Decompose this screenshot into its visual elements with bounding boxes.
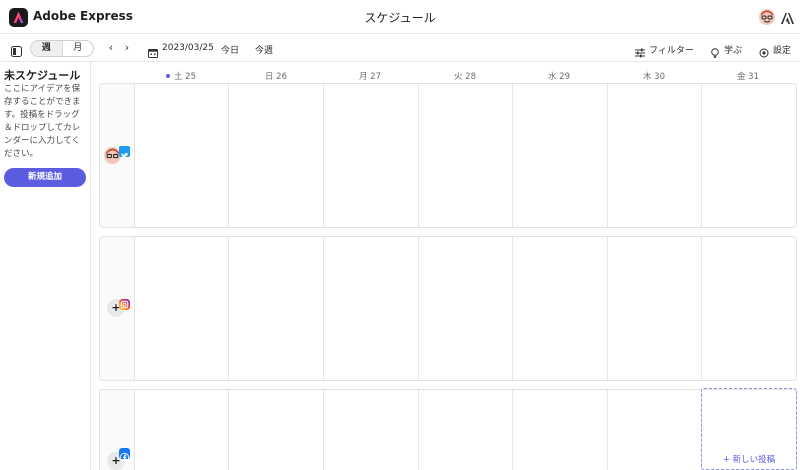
unscheduled-description: ここにアイデアを保存することができます。投稿をドラッグ＆ドロップしてカレンダーに… [4,84,81,159]
day-header-sat: 土 25 [134,70,228,82]
day-divider [323,390,324,470]
day-divider [607,237,608,380]
learn-button[interactable]: 学ぶ [724,43,742,56]
view-week-tab[interactable]: 週 [31,41,62,56]
today-indicator-dot [165,73,170,78]
day-divider [512,390,513,470]
previous-week-chevron-left-icon[interactable]: ‹ [106,42,116,54]
day-divider [323,84,324,227]
day-header-sun: 日 26 [264,72,288,82]
day-divider [228,237,229,380]
day-divider [512,237,513,380]
twitter-icon [119,146,130,158]
today-button[interactable]: 今日 [221,43,239,56]
day-header-mon: 月 27 [358,72,382,82]
new-post-button[interactable]: + 新しい投稿 [702,453,796,465]
day-divider [512,84,513,227]
day-divider [701,237,702,380]
view-month-tab[interactable]: 月 [61,41,94,56]
day-divider [418,237,419,380]
lightbulb-icon [710,43,720,59]
day-header-thu: 木 30 [642,72,666,82]
adobe-express-logo-icon[interactable] [9,8,28,27]
filter-button[interactable]: フィルター [649,43,694,56]
day-divider [418,390,419,470]
channel-label [100,84,135,227]
channel-label: + [100,390,135,470]
sidebar-toggle-icon[interactable] [11,42,22,57]
adobe-icon[interactable] [781,10,794,24]
add-new-button[interactable]: 新規追加 [4,168,86,187]
day-header-tue: 火 28 [453,72,477,82]
day-divider [228,390,229,470]
unscheduled-title: 未スケジュール [4,69,81,82]
this-week-button[interactable]: 今週 [255,43,273,56]
day-header-fri: 金 31 [736,72,760,82]
calendar-toolbar: 週 月 ‹ › 2023/03/25 今日 今週 フィルター 学ぶ 設定 [0,34,800,62]
app-header: Adobe Express スケジュール [0,0,800,34]
day-divider [607,84,608,227]
app-window: Adobe Express スケジュール 週 月 ‹ › 2023/03/25 … [0,0,800,470]
date-picker[interactable]: 2023/03/25 [162,43,214,53]
channel-label: + [100,237,135,380]
app-name: Adobe Express [33,9,133,23]
calendar-icon[interactable] [148,43,158,58]
user-avatar[interactable] [759,9,775,25]
filter-sliders-icon [635,43,645,58]
day-divider [701,84,702,227]
facebook-icon [119,448,130,463]
view-switcher: 週 月 [30,40,94,57]
channel-row-twitter [99,83,797,228]
day-divider [323,237,324,380]
settings-gear-icon [759,43,769,58]
channel-row-facebook: + [99,389,797,470]
instagram-icon [119,295,130,310]
next-week-chevron-right-icon[interactable]: › [122,42,132,54]
calendar-cell-hover[interactable]: + 新しい投稿 [701,388,797,470]
day-header-wed: 水 29 [547,72,571,82]
day-divider [607,390,608,470]
settings-button[interactable]: 設定 [773,43,791,56]
day-divider [228,84,229,227]
unscheduled-panel: 未スケジュール ここにアイデアを保存することができます。投稿をドラッグ＆ドロップ… [0,62,91,470]
channel-row-instagram: + [99,236,797,381]
day-divider [418,84,419,227]
